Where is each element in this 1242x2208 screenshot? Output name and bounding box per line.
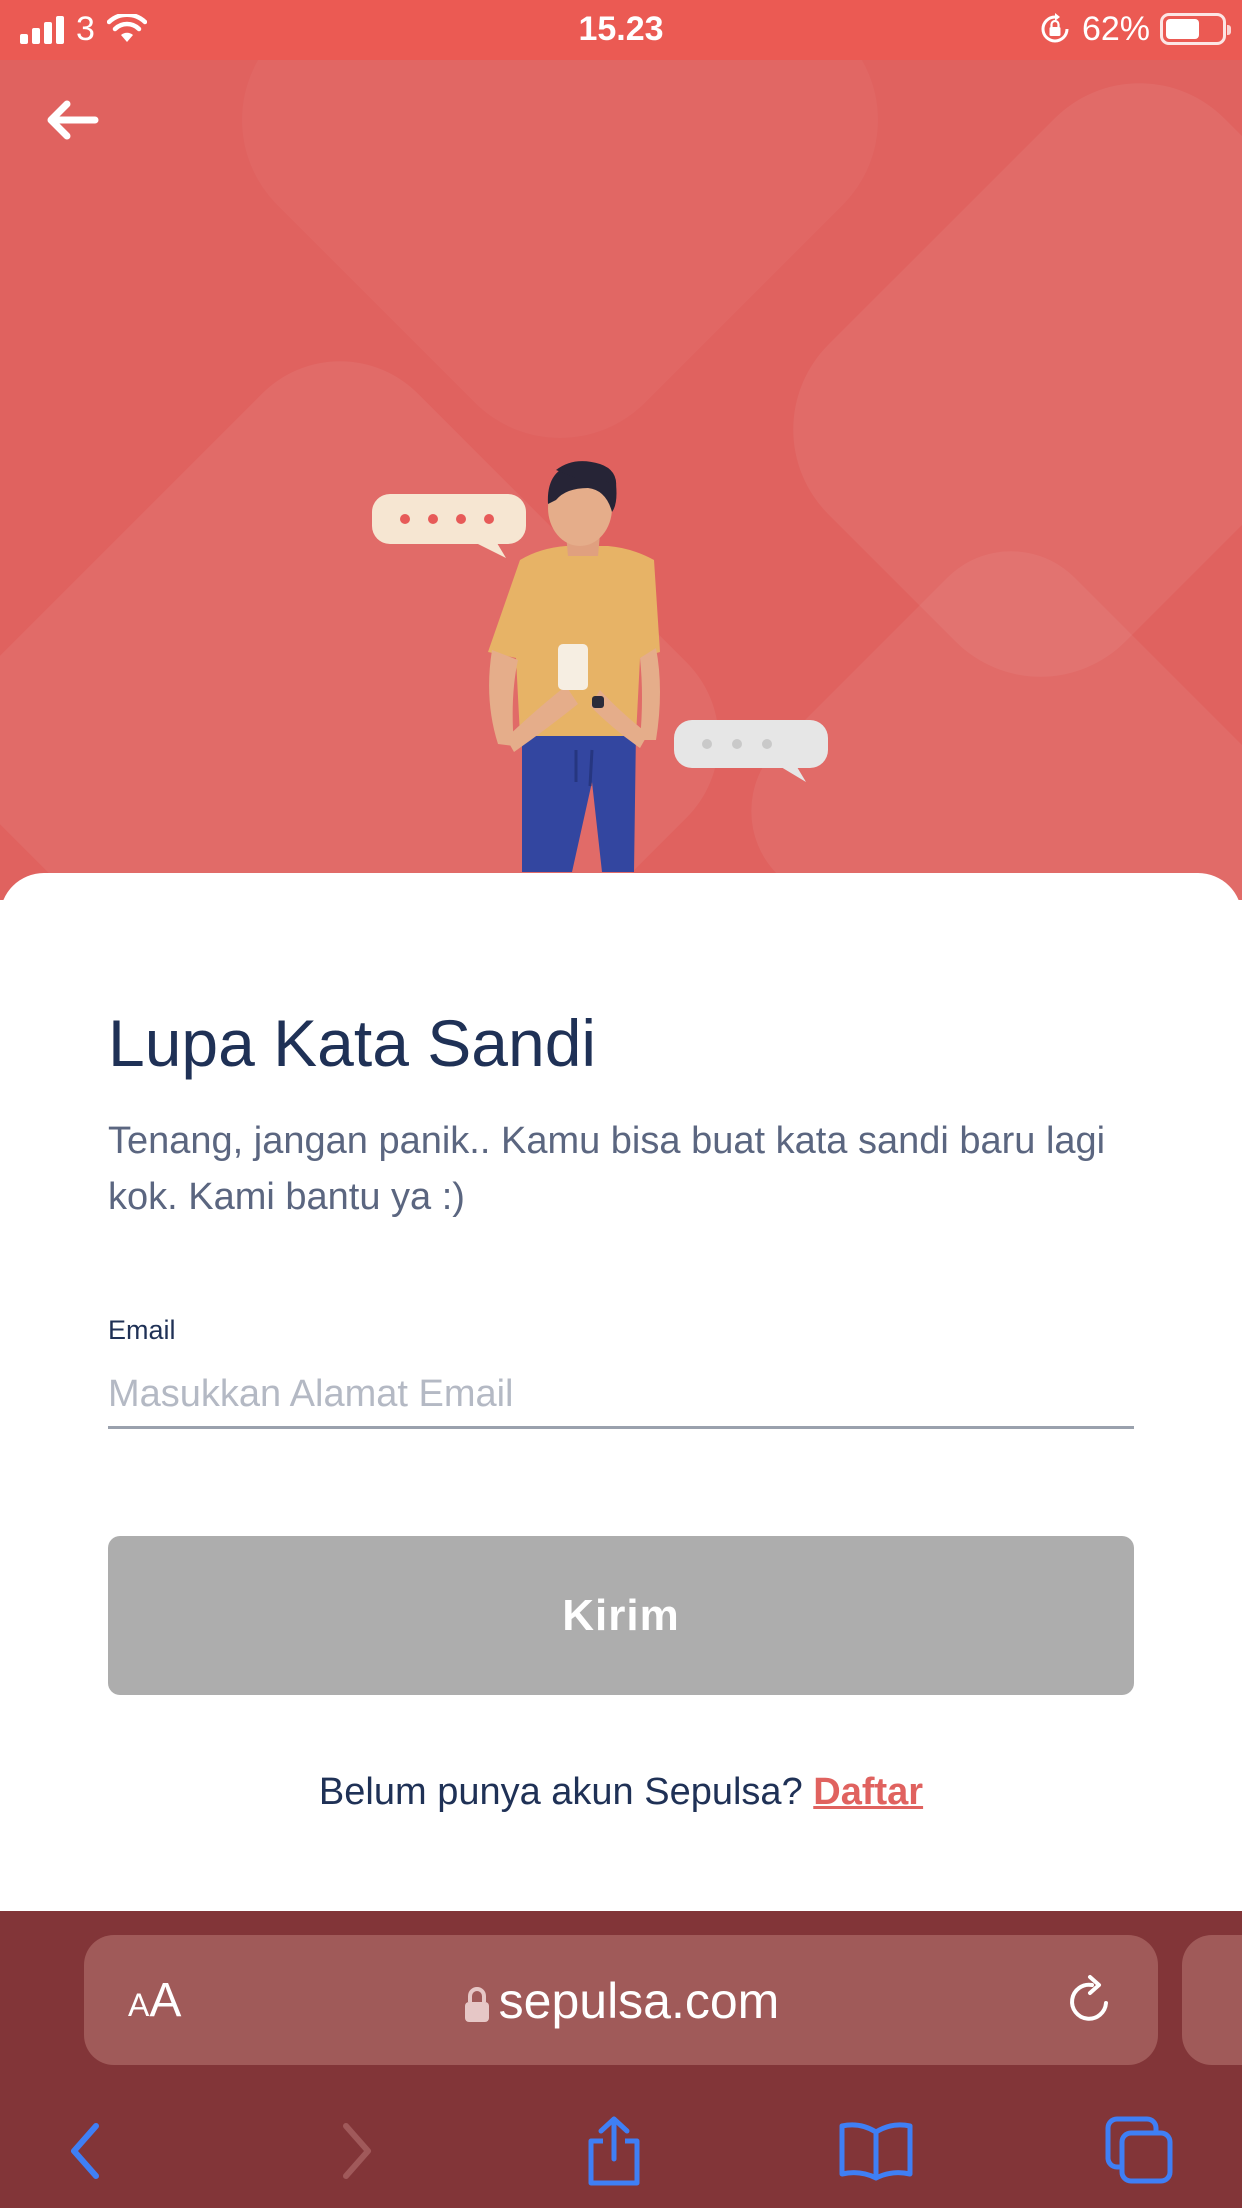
rotation-lock-icon	[1041, 13, 1069, 43]
bookmarks-button[interactable]	[836, 2111, 916, 2191]
url-text: sepulsa.com	[498, 1973, 780, 2029]
bookmarks-icon	[839, 2122, 913, 2181]
next-tab-preview[interactable]	[1182, 1935, 1242, 2065]
browser-back-button[interactable]	[46, 2111, 126, 2191]
browser-forward-button[interactable]	[316, 2111, 396, 2191]
register-link[interactable]: Daftar	[813, 1771, 923, 1813]
browser-toolbar	[0, 2101, 1242, 2191]
page-subtitle: Tenang, jangan panik.. Kamu bisa buat ka…	[108, 1120, 1106, 1218]
address-bar[interactable]: AA sepulsa.com	[84, 1935, 1158, 2065]
tabs-button[interactable]	[1100, 2111, 1180, 2191]
back-icon	[71, 2123, 99, 2179]
battery-percent: 62%	[1081, 10, 1150, 48]
reload-icon	[1070, 1975, 1108, 2021]
battery-icon	[1160, 13, 1231, 45]
share-icon	[588, 2116, 640, 2186]
register-row: Belum punya akun Sepulsa? Daftar	[0, 1767, 1242, 1817]
reload-button[interactable]	[1062, 1973, 1118, 2029]
page-title: Lupa Kata Sandi	[108, 1006, 597, 1080]
battery-fill	[1166, 19, 1200, 39]
tabs-icon	[1105, 2116, 1173, 2184]
email-field[interactable]	[108, 1363, 1134, 1429]
browser-bar: AA sepulsa.com	[0, 1911, 1242, 2208]
share-button[interactable]	[574, 2111, 654, 2191]
submit-button[interactable]: Kirim	[108, 1536, 1134, 1695]
status-right: 62%	[1038, 10, 1231, 48]
speech-bubble-right	[674, 720, 828, 782]
forgot-password-card: Lupa Kata Sandi Tenang, jangan panik.. K…	[0, 873, 1242, 1913]
person-with-phone-illustration	[372, 461, 828, 872]
lock-icon	[464, 1986, 489, 2022]
speech-bubble-left	[372, 494, 526, 558]
forward-icon	[343, 2123, 371, 2179]
status-bar: 3 15.23 62%	[0, 0, 1242, 60]
hero-banner	[0, 60, 1242, 900]
url-display[interactable]: sepulsa.com	[84, 1971, 1158, 2031]
email-label: Email	[108, 1315, 176, 1345]
arrow-left-icon	[47, 100, 99, 140]
back-button[interactable]	[36, 90, 106, 150]
register-prompt: Belum punya akun Sepulsa?	[318, 1771, 803, 1813]
